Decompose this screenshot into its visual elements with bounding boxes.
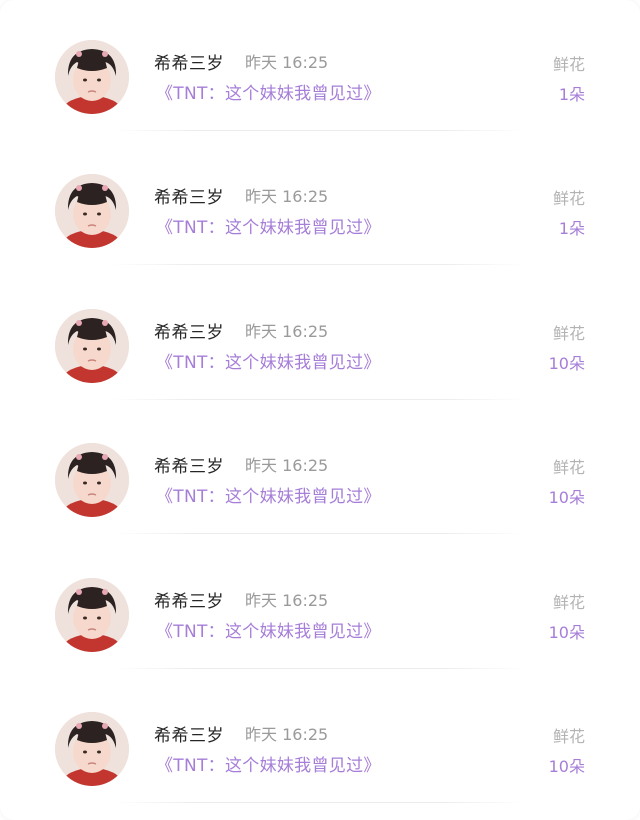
row-divider	[112, 802, 526, 803]
user-avatar-image	[55, 443, 129, 517]
book-title-link[interactable]: 《TNT：这个妹妹我曾见过》	[156, 482, 381, 507]
avatar[interactable]	[55, 309, 129, 383]
gift-count: 10朵	[548, 488, 585, 507]
gift-list-screen: 希希三岁 昨天 16:25 《TNT：这个妹妹我曾见过》 鲜花 1朵 希希三岁 …	[0, 0, 640, 820]
gift-count: 1朵	[558, 85, 585, 104]
gift-type-label: 鲜花	[552, 727, 585, 746]
timestamp: 昨天 16:25	[245, 456, 329, 475]
row-divider	[112, 399, 526, 400]
user-name[interactable]: 希希三岁	[154, 587, 224, 612]
avatar[interactable]	[55, 578, 129, 652]
timestamp: 昨天 16:25	[245, 725, 329, 744]
user-name[interactable]: 希希三岁	[154, 49, 224, 74]
book-title-link[interactable]: 《TNT：这个妹妹我曾见过》	[156, 617, 381, 642]
gift-record-row[interactable]: 希希三岁 昨天 16:25 《TNT：这个妹妹我曾见过》 鲜花 10朵	[0, 269, 640, 403]
gift-record-row[interactable]: 希希三岁 昨天 16:25 《TNT：这个妹妹我曾见过》 鲜花 10朵	[0, 538, 640, 672]
user-avatar-image	[55, 40, 129, 114]
row-divider	[112, 130, 526, 131]
user-name[interactable]: 希希三岁	[154, 452, 224, 477]
timestamp: 昨天 16:25	[245, 591, 329, 610]
book-title-link[interactable]: 《TNT：这个妹妹我曾见过》	[156, 348, 381, 373]
user-name[interactable]: 希希三岁	[154, 318, 224, 343]
gift-type-label: 鲜花	[552, 55, 585, 74]
avatar[interactable]	[55, 40, 129, 114]
user-avatar-image	[55, 712, 129, 786]
avatar[interactable]	[55, 443, 129, 517]
timestamp: 昨天 16:25	[245, 187, 329, 206]
user-avatar-image	[55, 309, 129, 383]
timestamp: 昨天 16:25	[245, 322, 329, 341]
gift-record-row[interactable]: 希希三岁 昨天 16:25 《TNT：这个妹妹我曾见过》 鲜花 1朵	[0, 134, 640, 268]
book-title-link[interactable]: 《TNT：这个妹妹我曾见过》	[156, 79, 381, 104]
user-avatar-image	[55, 578, 129, 652]
gift-list-panel: 希希三岁 昨天 16:25 《TNT：这个妹妹我曾见过》 鲜花 1朵 希希三岁 …	[0, 0, 640, 820]
gift-type-label: 鲜花	[552, 324, 585, 343]
gift-record-row[interactable]: 希希三岁 昨天 16:25 《TNT：这个妹妹我曾见过》 鲜花 10朵	[0, 672, 640, 806]
book-title-link[interactable]: 《TNT：这个妹妹我曾见过》	[156, 751, 381, 776]
gift-count: 10朵	[548, 757, 585, 776]
book-title-link[interactable]: 《TNT：这个妹妹我曾见过》	[156, 213, 381, 238]
gift-count: 1朵	[558, 219, 585, 238]
gift-type-label: 鲜花	[552, 593, 585, 612]
user-name[interactable]: 希希三岁	[154, 721, 224, 746]
gift-record-row[interactable]: 希希三岁 昨天 16:25 《TNT：这个妹妹我曾见过》 鲜花 1朵	[0, 0, 640, 134]
avatar[interactable]	[55, 174, 129, 248]
user-name[interactable]: 希希三岁	[154, 183, 224, 208]
row-divider	[112, 264, 526, 265]
gift-type-label: 鲜花	[552, 189, 585, 208]
row-divider	[112, 668, 526, 669]
avatar[interactable]	[55, 712, 129, 786]
gift-count: 10朵	[548, 623, 585, 642]
timestamp: 昨天 16:25	[245, 53, 329, 72]
gift-record-row[interactable]: 希希三岁 昨天 16:25 《TNT：这个妹妹我曾见过》 鲜花 10朵	[0, 403, 640, 537]
gift-type-label: 鲜花	[552, 458, 585, 477]
user-avatar-image	[55, 174, 129, 248]
gift-count: 10朵	[548, 354, 585, 373]
row-divider	[112, 533, 526, 534]
